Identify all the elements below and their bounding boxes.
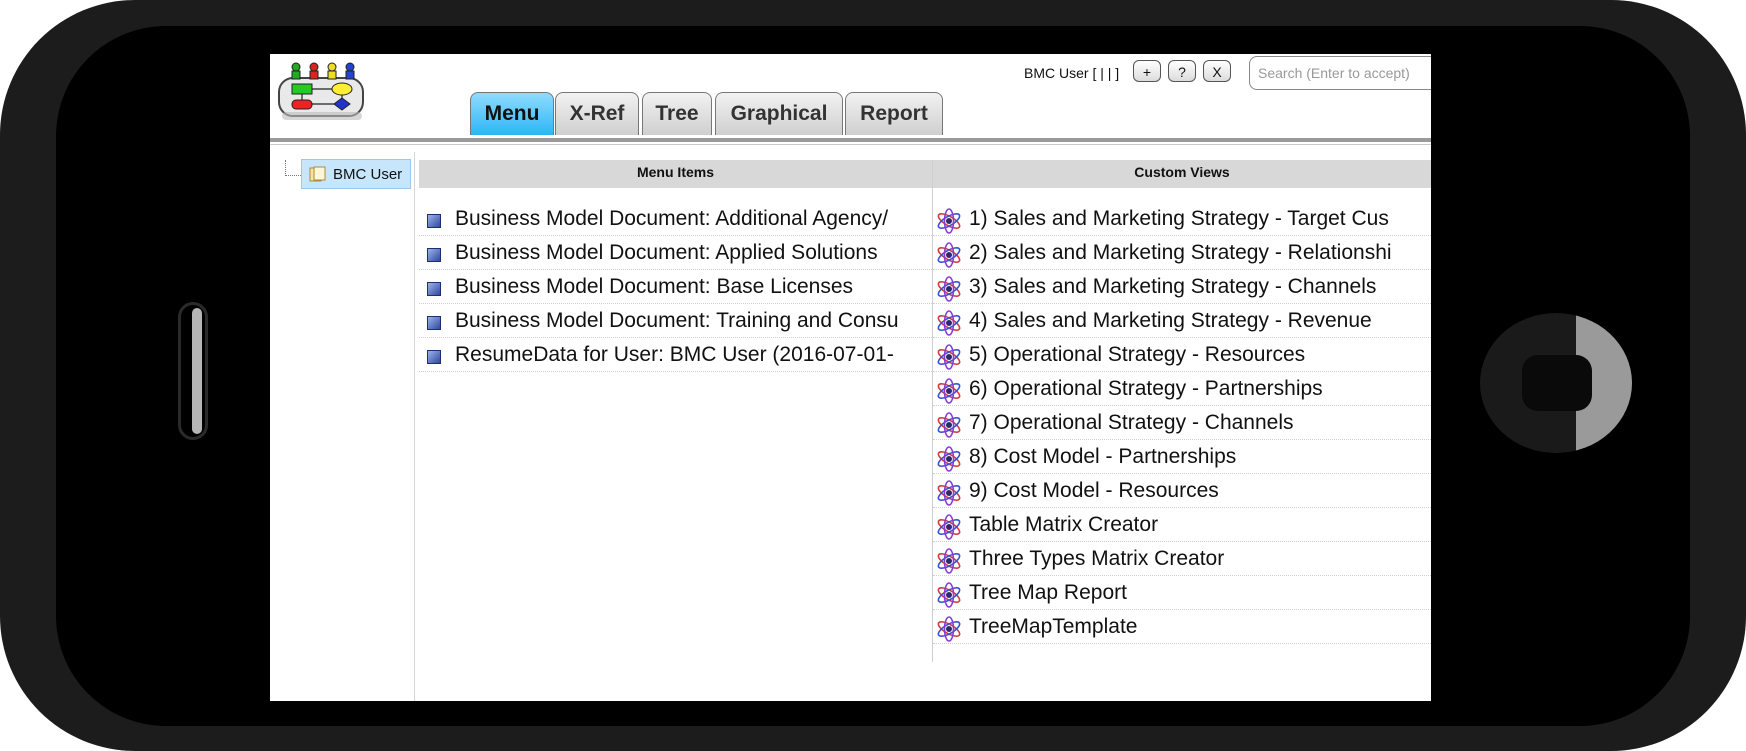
custom-view-label: Table Matrix Creator bbox=[969, 512, 1159, 536]
custom-view-label: 2) Sales and Marketing Strategy - Relati… bbox=[969, 240, 1392, 264]
atom-icon bbox=[937, 207, 961, 234]
blue-square-icon bbox=[427, 281, 441, 296]
custom-views-list: 1) Sales and Marketing Strategy - Target… bbox=[933, 202, 1431, 644]
atom-icon bbox=[937, 275, 961, 302]
tree-connector-horizontal bbox=[285, 175, 301, 176]
custom-view-label: 4) Sales and Marketing Strategy - Revenu… bbox=[969, 308, 1372, 332]
blue-square-icon bbox=[427, 315, 441, 330]
custom-view-label: 6) Operational Strategy - Partnerships bbox=[969, 376, 1323, 400]
custom-view-label: Tree Map Report bbox=[969, 580, 1127, 604]
menu-item-label: Business Model Document: Base Licenses bbox=[455, 274, 854, 298]
blue-square-icon bbox=[427, 247, 441, 262]
atom-icon bbox=[937, 377, 961, 404]
close-button[interactable]: X bbox=[1203, 60, 1231, 82]
custom-view-item[interactable]: 3) Sales and Marketing Strategy - Channe… bbox=[933, 270, 1431, 304]
custom-view-item[interactable]: 9) Cost Model - Resources bbox=[933, 474, 1431, 508]
custom-view-item[interactable]: 6) Operational Strategy - Partnerships bbox=[933, 372, 1431, 406]
custom-view-item[interactable]: Tree Map Report bbox=[933, 576, 1431, 610]
custom-view-item[interactable]: 4) Sales and Marketing Strategy - Revenu… bbox=[933, 304, 1431, 338]
custom-view-label: 1) Sales and Marketing Strategy - Target… bbox=[969, 206, 1389, 230]
custom-view-label: Three Types Matrix Creator bbox=[969, 546, 1225, 570]
add-button[interactable]: + bbox=[1133, 60, 1161, 82]
phone-home-button bbox=[1480, 313, 1632, 453]
custom-view-item[interactable]: Table Matrix Creator bbox=[933, 508, 1431, 542]
menu-item-label: ResumeData for User: BMC User (2016-07-0… bbox=[455, 342, 894, 366]
tab-bar-divider-shadow bbox=[270, 144, 1431, 145]
tree-connector-vertical bbox=[285, 160, 286, 176]
atom-icon bbox=[937, 241, 961, 268]
custom-view-item[interactable]: 7) Operational Strategy - Channels bbox=[933, 406, 1431, 440]
search-input[interactable]: Search (Enter to accept) bbox=[1249, 56, 1431, 90]
menu-items-header: Menu Items bbox=[419, 160, 932, 188]
app-logo-icon[interactable] bbox=[276, 58, 368, 124]
atom-icon bbox=[937, 445, 961, 472]
tree-node-bmc-user[interactable]: BMC User bbox=[301, 159, 411, 189]
menu-item-label: Business Model Document: Applied Solutio… bbox=[455, 240, 878, 264]
phone-speaker-glint bbox=[192, 308, 202, 434]
menu-item-label: Business Model Document: Training and Co… bbox=[455, 308, 899, 332]
menu-item[interactable]: Business Model Document: Base Licenses bbox=[419, 270, 932, 304]
menu-items-list: Business Model Document: Additional Agen… bbox=[419, 202, 932, 372]
tab-menu[interactable]: Menu bbox=[470, 92, 554, 135]
tab-tree[interactable]: Tree bbox=[642, 92, 712, 135]
custom-view-label: TreeMapTemplate bbox=[969, 614, 1138, 638]
custom-view-item[interactable]: 5) Operational Strategy - Resources bbox=[933, 338, 1431, 372]
atom-icon bbox=[937, 411, 961, 438]
menu-item[interactable]: Business Model Document: Applied Solutio… bbox=[419, 236, 932, 270]
menu-item[interactable]: Business Model Document: Training and Co… bbox=[419, 304, 932, 338]
atom-icon bbox=[937, 309, 961, 336]
blue-square-icon bbox=[427, 349, 441, 364]
app-screen: BMC User [ | | ] + ? X Search (Enter to … bbox=[270, 54, 1431, 701]
folder-icon bbox=[309, 166, 326, 182]
custom-view-item[interactable]: 8) Cost Model - Partnerships bbox=[933, 440, 1431, 474]
custom-view-item[interactable]: 1) Sales and Marketing Strategy - Target… bbox=[933, 202, 1431, 236]
atom-icon bbox=[937, 581, 961, 608]
tab-report[interactable]: Report bbox=[845, 92, 943, 135]
tree-node-label: BMC User bbox=[333, 165, 403, 183]
custom-view-label: 7) Operational Strategy - Channels bbox=[969, 410, 1294, 434]
custom-view-label: 9) Cost Model - Resources bbox=[969, 478, 1219, 502]
menu-item[interactable]: ResumeData for User: BMC User (2016-07-0… bbox=[419, 338, 932, 372]
custom-view-item[interactable]: 2) Sales and Marketing Strategy - Relati… bbox=[933, 236, 1431, 270]
tab-graphical[interactable]: Graphical bbox=[715, 92, 843, 135]
menu-item-label: Business Model Document: Additional Agen… bbox=[455, 206, 889, 230]
atom-icon bbox=[937, 343, 961, 370]
custom-view-label: 8) Cost Model - Partnerships bbox=[969, 444, 1237, 468]
custom-view-item[interactable]: TreeMapTemplate bbox=[933, 610, 1431, 644]
current-user-label: BMC User [ | | ] bbox=[1024, 65, 1120, 81]
menu-item[interactable]: Business Model Document: Additional Agen… bbox=[419, 202, 932, 236]
tree-panel-divider bbox=[414, 152, 415, 701]
custom-views-header: Custom Views bbox=[933, 160, 1431, 188]
atom-icon bbox=[937, 479, 961, 506]
custom-view-item[interactable]: Three Types Matrix Creator bbox=[933, 542, 1431, 576]
atom-icon bbox=[937, 513, 961, 540]
custom-view-label: 5) Operational Strategy - Resources bbox=[969, 342, 1306, 366]
blue-square-icon bbox=[427, 213, 441, 228]
tab-bar-divider bbox=[270, 138, 1431, 142]
atom-icon bbox=[937, 615, 961, 642]
custom-view-label: 3) Sales and Marketing Strategy - Channe… bbox=[969, 274, 1377, 298]
atom-icon bbox=[937, 547, 961, 574]
help-button[interactable]: ? bbox=[1168, 60, 1196, 82]
tab-x-ref[interactable]: X-Ref bbox=[555, 92, 639, 135]
